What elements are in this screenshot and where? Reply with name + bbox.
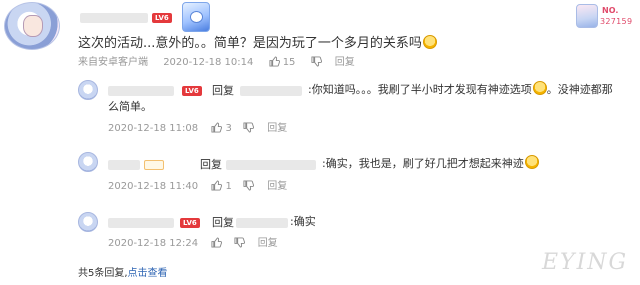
view-all-replies-link[interactable]: 点击查看 [128, 268, 168, 279]
thumbs-down-icon [311, 56, 322, 67]
laughing-emoji-icon [524, 155, 539, 169]
reply-3-date: 2020-12-18 12:24 [108, 238, 199, 249]
main-post-body: 这次的活动...意外的。。简单？是因为玩了一个多月的关系吗 [78, 36, 422, 51]
reply-1-text-part1: :你知道吗。。。我刷了半小时才发现有神迹选项 [308, 83, 532, 96]
reply-2-avatar[interactable] [78, 152, 98, 172]
reply-button[interactable]: 回复 [335, 57, 355, 68]
side-user-no-label: NO. [602, 6, 619, 15]
reply-2-target-username[interactable] [226, 160, 316, 170]
reply-1-text-part2: 。没神迹都那 [546, 83, 613, 96]
replies-footer: 共5条回复,点击查看 [78, 264, 168, 279]
reply-3-target-username[interactable] [236, 218, 288, 228]
side-user-number: 327159 [600, 17, 633, 26]
reply-3-reply-button[interactable]: 回复 [258, 238, 278, 249]
thumbs-down-icon [243, 122, 255, 133]
main-post-meta: 来自安卓客户端 2020-12-18 10:14 15 回复 [78, 56, 355, 70]
post-source: 来自安卓客户端 [78, 57, 148, 68]
reply-3-reply-word: 回复 [212, 216, 234, 229]
reply-2-text-line1: :确实，我也是，刷了好几把才想起来神迹 [322, 155, 539, 172]
reply-3-like-button[interactable] [211, 237, 225, 249]
reply-2-meta: 2020-12-18 11:40 1 回复 [108, 180, 287, 194]
reply-1-text-line2: 么简单。 [108, 100, 152, 113]
watermark-logo: EYING [540, 232, 638, 284]
main-post-level-badge: LV6 [152, 13, 172, 23]
thumbs-down-icon [243, 180, 255, 191]
laughing-emoji-icon [422, 35, 437, 49]
reply-1-text-line1: :你知道吗。。。我刷了半小时才发现有神迹选项 。没神迹都那 [308, 81, 613, 98]
reply-2-text: :确实，我也是，刷了好几把才想起来神迹 [322, 157, 524, 170]
watermark-text: EYING [542, 250, 629, 275]
reply-1-reply-word: 回复 [212, 84, 234, 97]
laughing-emoji-icon [532, 81, 547, 95]
main-post-username[interactable] [80, 13, 148, 23]
reply-1-reply-button[interactable]: 回复 [267, 123, 287, 134]
reply-1-thumbs-down-button[interactable] [243, 122, 257, 134]
reply-2-reply-word: 回复 [200, 158, 222, 171]
reply-1-like-count: 3 [225, 123, 232, 134]
side-user-avatar[interactable] [576, 4, 598, 28]
reply-1-level-badge: LV6 [182, 86, 202, 96]
thumbs-down-button[interactable] [311, 56, 325, 68]
reply-2-reply-button[interactable]: 回复 [267, 181, 287, 192]
reply-count-text: 共5条回复, [78, 268, 128, 279]
thumbs-up-icon [211, 122, 223, 133]
reply-3-meta: 2020-12-18 12:24 回复 [108, 237, 278, 251]
reply-1-avatar[interactable] [78, 80, 98, 100]
main-post-text: 这次的活动...意外的。。简单？是因为玩了一个多月的关系吗 [78, 35, 437, 53]
reply-2-date: 2020-12-18 11:40 [108, 181, 199, 192]
decoration-icon [182, 2, 210, 32]
reply-3-level-badge: LV6 [180, 218, 200, 228]
reply-1-username[interactable] [108, 86, 174, 96]
post-date: 2020-12-18 10:14 [163, 57, 254, 68]
thumbs-up-icon [211, 180, 223, 191]
reply-3-thumbs-down-button[interactable] [233, 237, 248, 249]
reply-1-target-username[interactable] [240, 86, 302, 96]
like-count: 15 [282, 57, 296, 68]
reply-3-avatar[interactable] [78, 212, 98, 232]
reply-1-like-button[interactable]: 3 [211, 122, 235, 134]
like-button[interactable]: 15 [268, 56, 299, 68]
reply-3-text: :确实 [290, 215, 316, 228]
reply-2-like-count: 1 [225, 181, 232, 192]
reply-3-username[interactable] [108, 218, 174, 228]
reply-2-level-badge [144, 160, 164, 170]
reply-1-date: 2020-12-18 11:08 [108, 123, 199, 134]
reply-1-meta: 2020-12-18 11:08 3 回复 [108, 122, 287, 136]
reply-2-username[interactable] [108, 160, 140, 170]
thumbs-down-icon [233, 237, 245, 248]
thumbs-up-icon [211, 237, 223, 248]
reply-2-like-button[interactable]: 1 [211, 180, 235, 192]
reply-2-thumbs-down-button[interactable] [243, 180, 257, 192]
main-post-avatar[interactable] [4, 2, 60, 50]
thumbs-up-icon [268, 56, 280, 67]
